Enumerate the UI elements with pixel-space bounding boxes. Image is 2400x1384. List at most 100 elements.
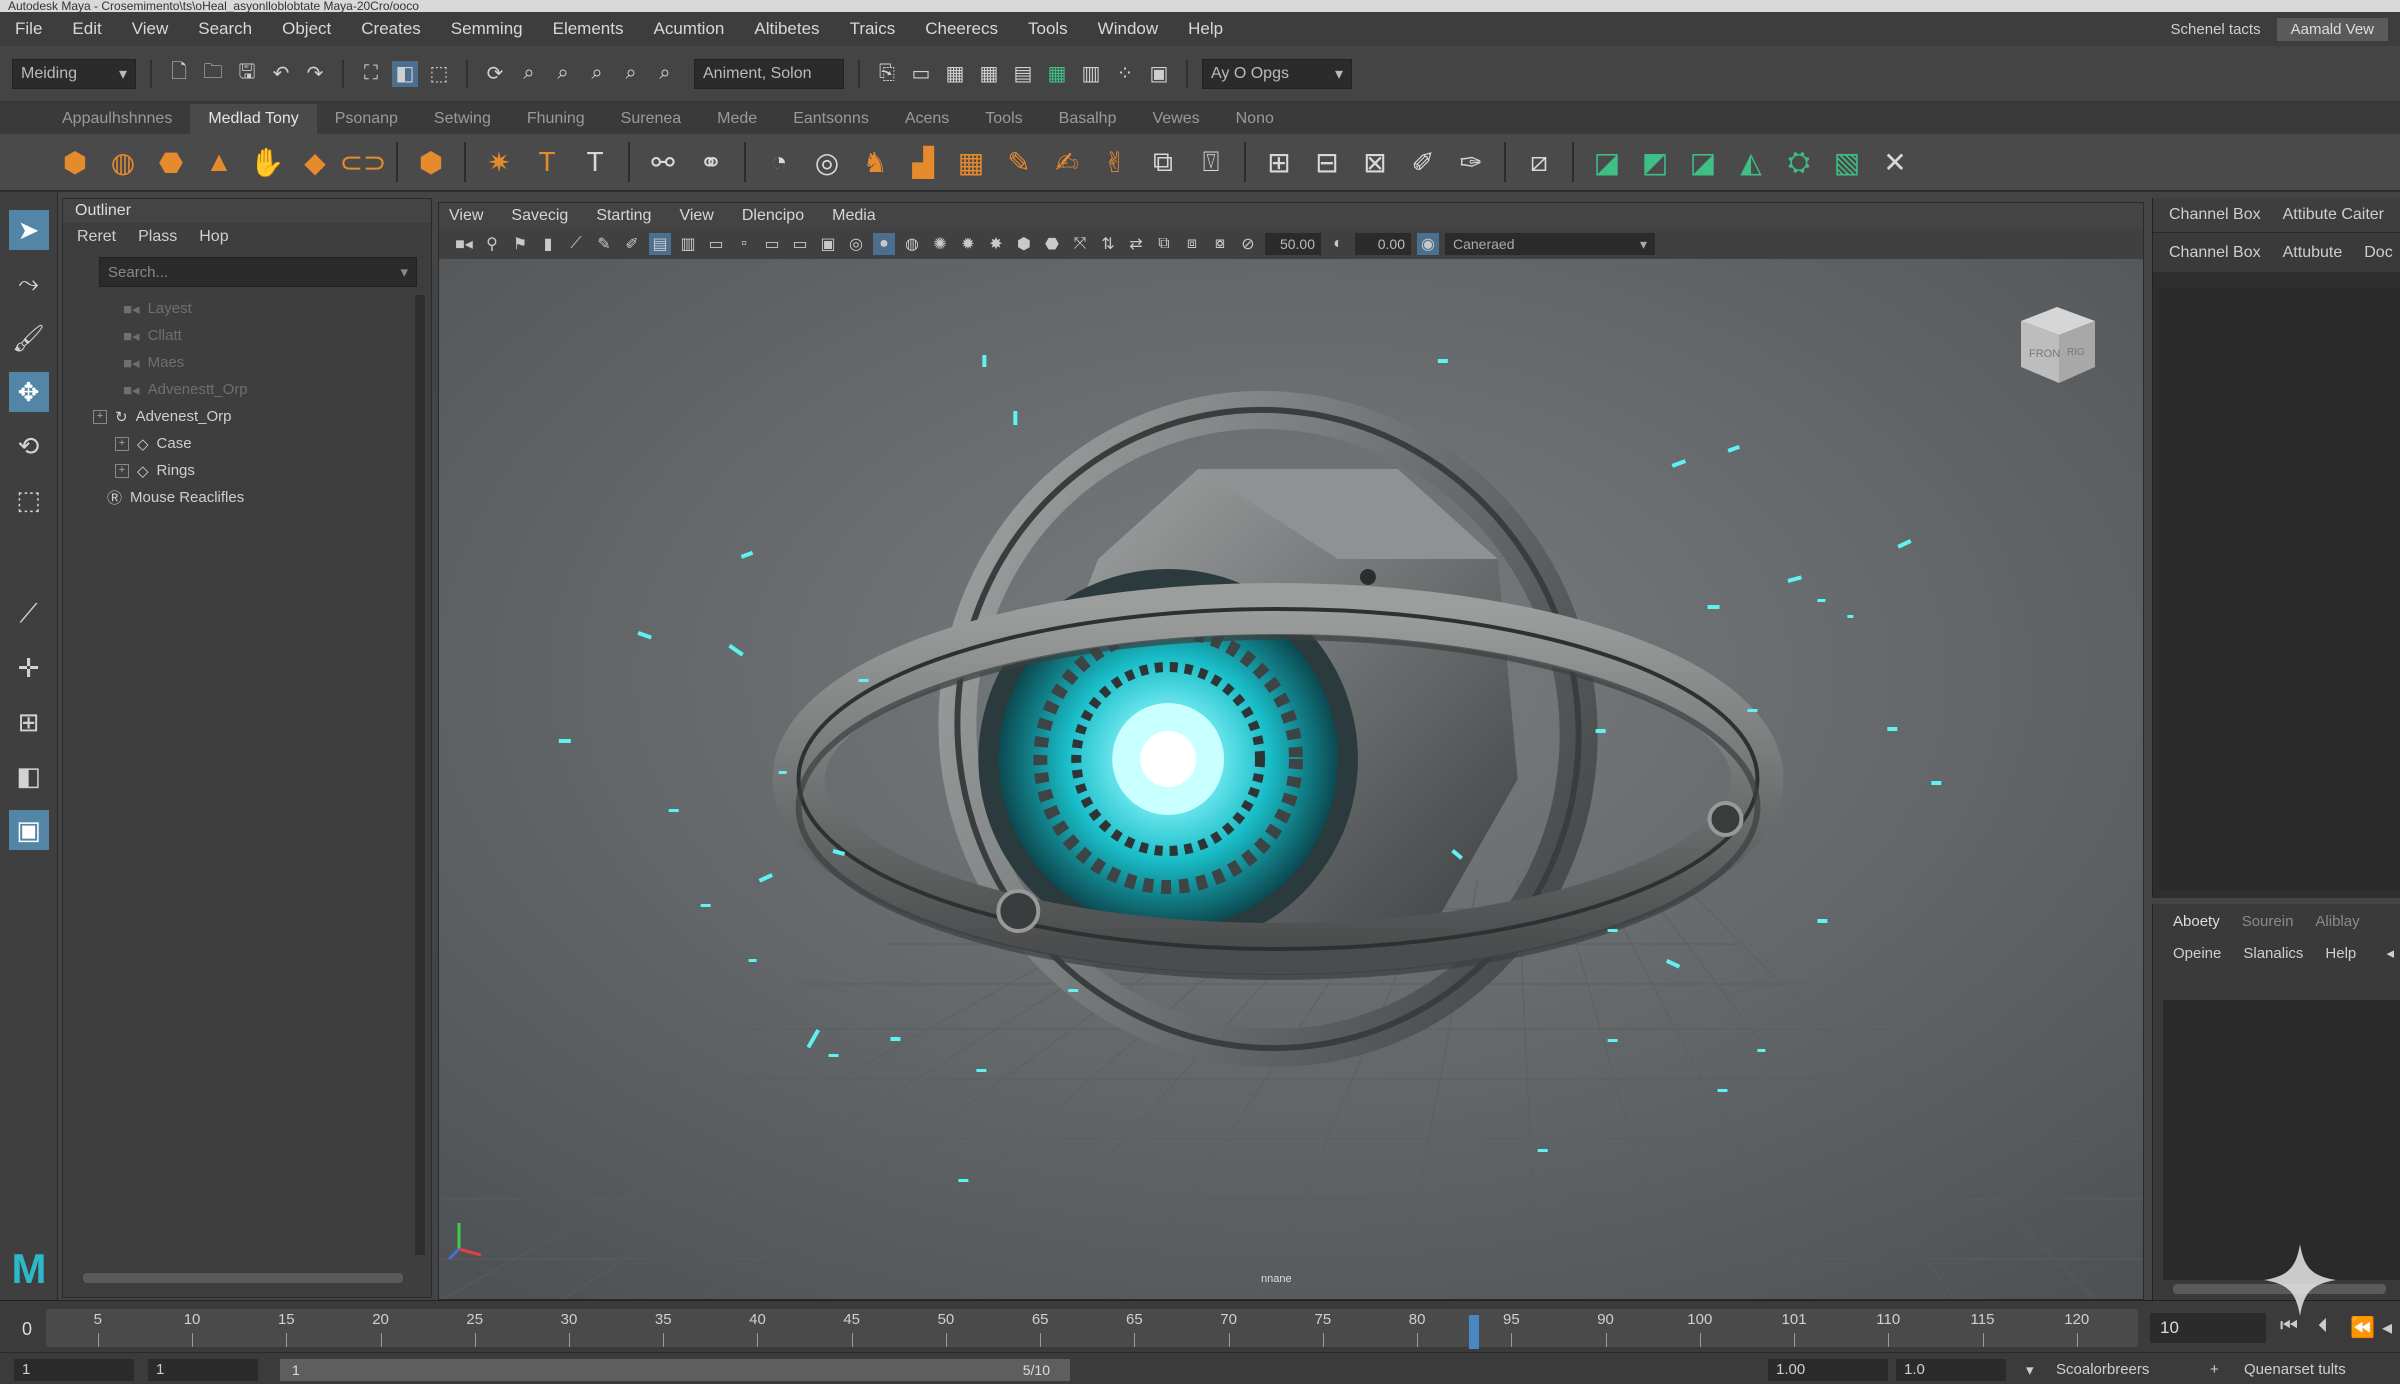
playback-start-field[interactable]: 1 <box>148 1359 258 1381</box>
go-to-start-icon[interactable]: ⏮ <box>2280 1315 2298 1338</box>
cluster-icon[interactable]: ◭ <box>1730 141 1772 183</box>
shelf-tab-nono[interactable]: Nono <box>1218 104 1292 134</box>
snap-grid-icon[interactable]: ⟳ <box>482 61 508 87</box>
viewcube[interactable]: FRON RIG <box>2011 299 2103 391</box>
shelf-tab-setwing[interactable]: Setwing <box>416 104 509 134</box>
playback-end-field[interactable]: 1.00 <box>1768 1359 1888 1381</box>
viewport-menu-view[interactable]: View <box>449 207 483 225</box>
lights-icon[interactable]: ✹ <box>957 233 979 255</box>
lattice-icon[interactable]: ◪ <box>1682 141 1724 183</box>
outliner-item[interactable]: + ↻ Advenest_Orp <box>93 403 431 430</box>
play-back-icon[interactable]: ◂ <box>2382 1315 2392 1340</box>
menu-window[interactable]: Window <box>1083 19 1173 39</box>
textured-icon[interactable]: ✺ <box>929 233 951 255</box>
viewport-panel[interactable]: View Savecig Starting View Dlencipo Medi… <box>438 202 2144 1300</box>
paint-select-icon[interactable]: 🖌 <box>9 318 49 358</box>
channel-box-content[interactable] <box>2159 288 2400 890</box>
current-frame-field[interactable]: 10 <box>2150 1313 2266 1343</box>
outliner-search-input[interactable]: Search... ▾ <box>99 257 417 287</box>
viewport-menu-view-2[interactable]: View <box>679 207 713 225</box>
layout-quad-icon[interactable]: ⊞ <box>9 702 49 742</box>
snap-point-icon[interactable]: ⌕ <box>550 61 576 87</box>
menu-view[interactable]: View <box>117 19 184 39</box>
snap-surface-icon[interactable]: ⌕ <box>618 61 644 87</box>
menu-altibetes[interactable]: Altibetes <box>739 19 834 39</box>
shelf-tab-basalhp[interactable]: Basalhp <box>1041 104 1135 134</box>
ao-icon[interactable]: ⬢ <box>1013 233 1035 255</box>
shelf-tab-vewes[interactable]: Vewes <box>1134 104 1217 134</box>
move-tool-icon[interactable]: ✥ <box>8 372 49 412</box>
expand-icon[interactable]: + <box>115 463 129 478</box>
outliner-menu-reret[interactable]: Reret <box>77 228 116 246</box>
gate-mask-icon[interactable]: ▫ <box>733 233 755 255</box>
workspace-dropdown[interactable]: Aamald Vew <box>2276 17 2388 41</box>
tab-aboety[interactable]: Aboety <box>2173 913 2220 930</box>
subtab-doc[interactable]: Doc <box>2364 244 2392 262</box>
separate-icon[interactable]: ⚭ <box>690 141 732 183</box>
menu-cheerecs[interactable]: Cheerecs <box>910 19 1013 39</box>
pan-zoom-icon[interactable]: ⟋ <box>565 233 587 255</box>
lasso-tool-icon[interactable]: ⤳ <box>9 264 49 304</box>
layout-single-icon[interactable]: ▣ <box>8 810 49 850</box>
boolean-icon[interactable]: ♞ <box>854 141 896 183</box>
range-bar[interactable]: 1 5/10 <box>280 1359 1070 1381</box>
image-plane-icon[interactable]: ▮ <box>537 233 559 255</box>
subtab-channel-box[interactable]: Channel Box <box>2169 244 2261 262</box>
shelf-tab-surenea[interactable]: Surenea <box>603 104 700 134</box>
menu-semming[interactable]: Semming <box>436 19 538 39</box>
shelf-tab-eantsonns[interactable]: Eantsonns <box>775 104 887 134</box>
last-tool-icon[interactable]: ⟋ <box>9 594 49 634</box>
scale-tool-icon[interactable]: ⬚ <box>9 480 49 520</box>
chevron-down-icon[interactable]: ▾ <box>400 263 408 281</box>
objects-dropdown[interactable]: Ay O Opgs ▾ <box>1202 58 1352 89</box>
outliner-item[interactable]: ■◂ Layest <box>93 295 431 322</box>
blend-shape-icon[interactable]: ◩ <box>1634 141 1676 183</box>
shelf-tab-medlad-tony[interactable]: Medlad Tony <box>190 104 317 134</box>
layer-menu-help[interactable]: Help <box>2325 945 2356 962</box>
time-cursor[interactable] <box>1468 1315 1479 1349</box>
outliner-horizontal-scrollbar[interactable] <box>83 1273 403 1283</box>
shelf-tab-acens[interactable]: Acens <box>887 104 967 134</box>
gamma-field[interactable]: 0.00 <box>1355 233 1411 255</box>
save-scene-icon[interactable]: 🖫 <box>234 61 260 87</box>
outliner-item[interactable]: + ◇ Case <box>93 430 431 457</box>
arrow-left-icon[interactable]: ◂ <box>2386 944 2400 962</box>
grid-icon[interactable]: ▤ <box>649 233 671 255</box>
hypershade-icon[interactable]: ▦ <box>976 61 1002 87</box>
outliner-item[interactable]: Ⓡ Mouse Reaclifles <box>93 484 431 511</box>
outliner-vertical-scrollbar[interactable] <box>415 295 425 1255</box>
safe-action-icon[interactable]: ▭ <box>789 233 811 255</box>
camera-icon[interactable]: ■◂ <box>453 233 475 255</box>
poly-pipe-icon[interactable]: T <box>526 141 568 183</box>
select-object-icon[interactable]: ◧ <box>392 60 418 87</box>
combine-icon[interactable]: ⚯ <box>642 141 684 183</box>
resolution-gate-icon[interactable]: ▭ <box>705 233 727 255</box>
gamma-icon[interactable]: ◐ <box>1327 233 1349 255</box>
subtab-attribute[interactable]: Attubute <box>2283 244 2343 262</box>
default-material-icon[interactable]: ◍ <box>901 233 923 255</box>
poly-type-icon[interactable]: T <box>574 141 616 183</box>
anti-alias-icon[interactable]: ⤧ <box>1069 233 1091 255</box>
auto-map-icon[interactable]: ⊠ <box>1354 141 1396 183</box>
shelf-tab-psonanp[interactable]: Psonanp <box>317 104 416 134</box>
poly-platonic-icon[interactable]: ⬢ <box>410 141 452 183</box>
shelf-tab-tools[interactable]: Tools <box>967 104 1040 134</box>
viewport-menu-starting[interactable]: Starting <box>596 207 651 225</box>
menu-edit[interactable]: Edit <box>57 19 116 39</box>
menu-search[interactable]: Search <box>183 19 267 39</box>
grease-pencil-icon[interactable]: ✎ <box>593 233 615 255</box>
multi-cut-icon[interactable]: ⧉ <box>1142 141 1184 183</box>
outliner-item[interactable]: + ◇ Rings <box>93 457 431 484</box>
exposure-field[interactable]: 50.00 <box>1265 233 1321 255</box>
menu-elements[interactable]: Elements <box>538 19 639 39</box>
render-view-icon[interactable]: ▤ <box>1010 61 1036 87</box>
deformer-icon[interactable]: ◪ <box>1586 141 1628 183</box>
extrude-icon[interactable]: ▟ <box>902 141 944 183</box>
layer-menu-opeine[interactable]: Opeine <box>2173 945 2221 962</box>
poly-disc-icon[interactable]: ⊂⊃ <box>340 141 387 183</box>
tab-sourein[interactable]: Sourein <box>2242 913 2294 930</box>
animation-start-field[interactable]: 1 <box>14 1359 134 1381</box>
snap-curve-icon[interactable]: ⌕ <box>516 61 542 87</box>
outliner-menu-plass[interactable]: Plass <box>138 228 177 246</box>
toggle-layout-icon[interactable]: ▣ <box>1146 61 1172 87</box>
